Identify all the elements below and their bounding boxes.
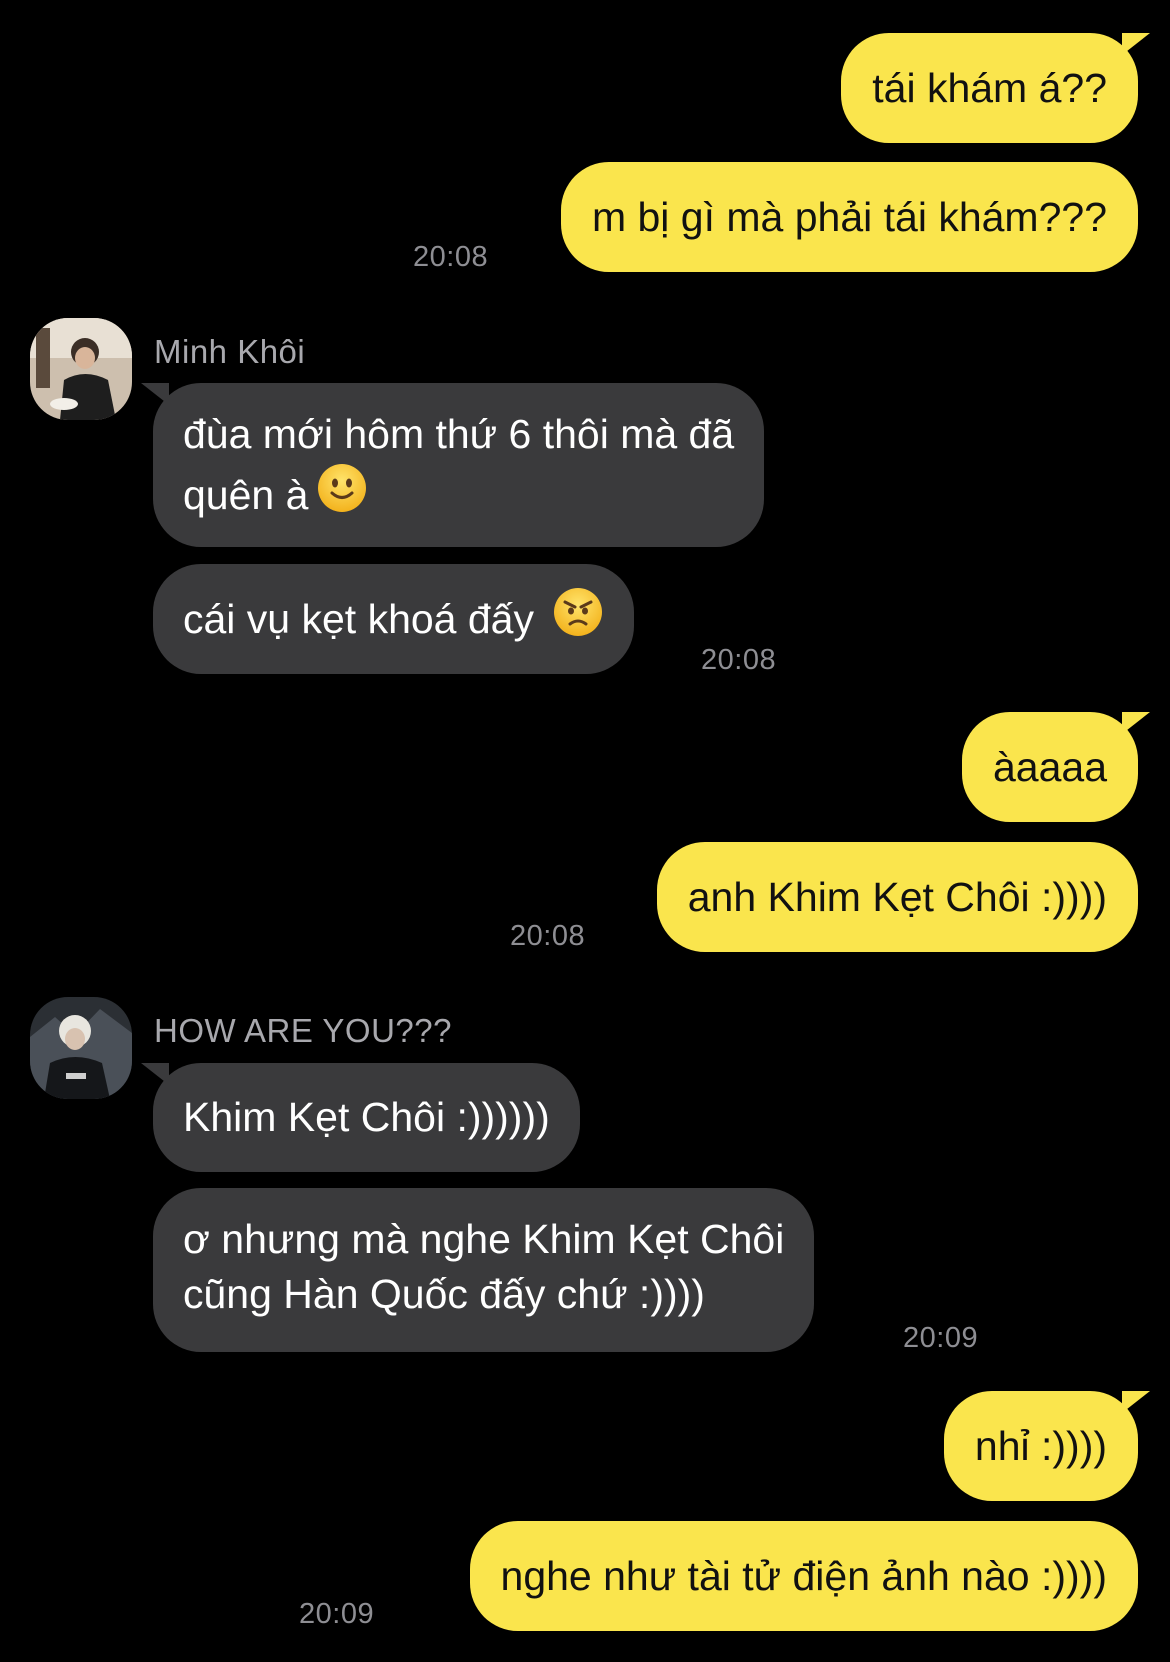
outgoing-message[interactable]: anh Khim Kẹt Chôi :))))	[656, 842, 1138, 952]
avatar-photo-icon	[30, 318, 132, 420]
slightly-smiling-face-icon	[316, 462, 368, 528]
outgoing-message[interactable]: tái khám á??	[841, 33, 1150, 143]
message-text: nhỉ :))))	[974, 1422, 1107, 1469]
incoming-message[interactable]: Khim Kẹt Chôi :))))))	[141, 1063, 580, 1172]
message-timestamp: 20:09	[299, 1598, 375, 1630]
message-timestamp: 20:09	[903, 1322, 979, 1354]
incoming-message[interactable]: ơ nhưng mà nghe Khim Kẹt Chôi cũng Hàn Q…	[153, 1188, 815, 1352]
message-text: đùa mới hôm thứ 6 thôi mà đã	[183, 411, 735, 457]
message-timestamp: 20:08	[701, 644, 777, 676]
incoming-message[interactable]: đùa mới hôm thứ 6 thôi mà đã quên à	[140, 383, 765, 547]
avatar[interactable]	[30, 997, 132, 1099]
incoming-message[interactable]: cái vụ kẹt khoá đấy	[153, 564, 634, 674]
outgoing-message[interactable]: nghe như tài tử điện ảnh nào :))))	[469, 1521, 1138, 1631]
avatar-photo-icon	[30, 997, 132, 1099]
outgoing-message[interactable]: àaaaa	[961, 712, 1151, 822]
message-text: cũng Hàn Quốc đấy chứ :))))	[183, 1271, 705, 1317]
chat-screen: { "colors": { "background": "#000000", "…	[0, 0, 1170, 1662]
message-text: anh Khim Kẹt Chôi :))))	[687, 873, 1107, 920]
message-text: Khim Kẹt Chôi :))))))	[183, 1094, 550, 1140]
outgoing-message[interactable]: m bị gì mà phải tái khám???	[560, 162, 1138, 272]
angry-face-icon	[552, 586, 604, 652]
message-text: quên à	[183, 471, 309, 518]
message-text: tái khám á??	[872, 64, 1107, 111]
sender-name: HOW ARE YOU???	[154, 1012, 452, 1049]
message-text: àaaaa	[992, 743, 1107, 790]
sender-name: Minh Khôi	[154, 333, 306, 370]
avatar[interactable]	[30, 318, 132, 420]
message-text: m bị gì mà phải tái khám???	[591, 193, 1107, 240]
message-text: ơ nhưng mà nghe Khim Kẹt Chôi	[183, 1216, 785, 1262]
message-timestamp: 20:08	[510, 920, 586, 952]
message-timestamp: 20:08	[413, 241, 489, 273]
message-text: nghe như tài tử điện ảnh nào :))))	[500, 1552, 1107, 1599]
message-text: cái vụ kẹt khoá đấy	[183, 595, 534, 642]
outgoing-message[interactable]: nhỉ :))))	[943, 1391, 1151, 1501]
